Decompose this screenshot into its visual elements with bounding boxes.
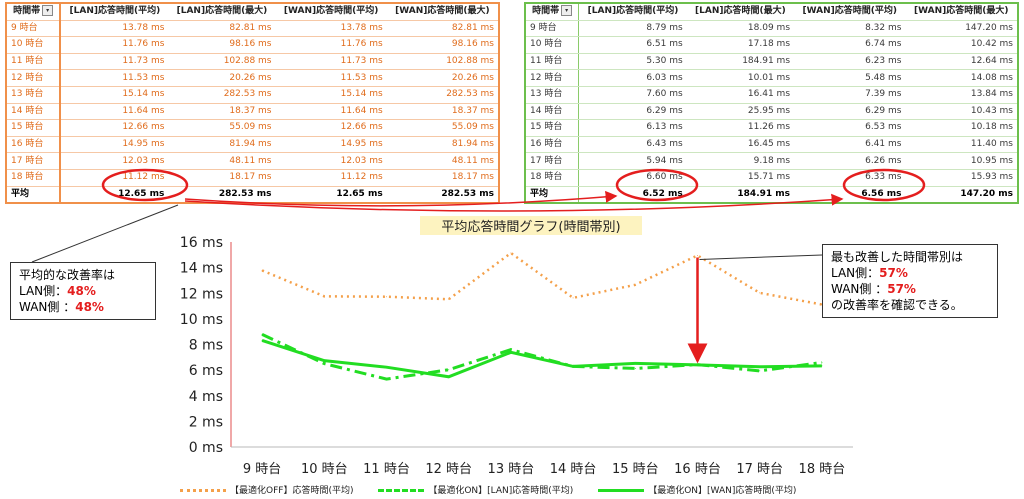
lan-improvement-value: 57% (879, 266, 908, 280)
data-point (386, 296, 387, 298)
x-tick-label: 11 時台 (363, 462, 410, 477)
y-tick-label: 0 ms (189, 440, 223, 456)
x-tick-label: 12 時台 (425, 462, 472, 477)
data-point (572, 365, 574, 367)
x-tick-label: 15 時台 (612, 462, 659, 477)
data-point (448, 376, 450, 378)
data-point (261, 333, 263, 335)
data-point (697, 254, 698, 256)
x-tick-label: 16 時台 (674, 462, 721, 477)
callout-line: の改善率を確認できる。 (831, 298, 963, 312)
data-point (572, 297, 574, 299)
y-tick-label: 6 ms (189, 363, 223, 379)
chart-legend: 【最適化OFF】応答時間(平均) 【最適化ON】[LAN]応答時間(平均) 【最… (180, 483, 818, 496)
callout-line: 最も改善した時間帯別は (831, 250, 964, 264)
x-tick-label: 17 時台 (736, 462, 783, 477)
series-line-2 (261, 338, 822, 379)
data-point (634, 362, 636, 364)
data-point (510, 351, 512, 353)
callout-line: 平均的な改善率は (19, 268, 116, 282)
y-tick-label: 12 ms (180, 286, 223, 302)
callout-line: WAN側 ：57% (831, 282, 916, 296)
callout-line: WAN側 ：48% (19, 300, 104, 314)
highlight-ellipse-off-avg (101, 168, 189, 202)
data-point (323, 363, 325, 365)
lan-improvement-value: 48% (67, 284, 96, 298)
data-point (323, 295, 325, 297)
y-tick-label: 2 ms (189, 414, 223, 430)
callout-line: LAN側：57% (831, 266, 908, 280)
y-tick-label: 4 ms (189, 389, 223, 405)
data-point (634, 367, 636, 369)
data-point (697, 364, 698, 366)
data-point (448, 369, 450, 371)
arrow-to-wan-avg (184, 193, 844, 212)
chart-title: 平均応答時間グラフ(時間帯別) (441, 219, 620, 235)
series-line-0 (261, 251, 823, 306)
data-point (261, 339, 263, 341)
legend-item: 【最適化ON】[WAN]応答時間(平均) (598, 483, 796, 496)
legend-item: 【最適化OFF】応答時間(平均) (180, 483, 353, 496)
data-point (759, 366, 761, 368)
data-point (821, 361, 823, 363)
x-tick-label: 10 時台 (301, 462, 348, 477)
x-tick-label: 18 時台 (799, 462, 846, 477)
y-tick-labels: 0 ms 2 ms 4 ms 6 ms 8 ms 10 ms 12 ms 14 ms 16 ms (180, 235, 223, 456)
wan-improvement-value: 57% (887, 282, 916, 296)
y-tick-label: 16 ms (180, 235, 223, 251)
series-lines (261, 251, 823, 381)
callout-average-improvement: 平均的な改善率は LAN側：48% WAN側 ：48% (10, 262, 156, 320)
y-tick-label: 14 ms (180, 261, 223, 277)
callout-best-improvement: 最も改善した時間帯別は LAN側：57% WAN側 ：57% の改善率を確認でき… (822, 244, 998, 318)
x-tick-label: 13 時台 (488, 462, 535, 477)
legend-item: 【最適化ON】[LAN]応答時間(平均) (378, 483, 573, 496)
series-line-1 (261, 333, 823, 381)
x-tick-label: 9 時台 (243, 462, 281, 477)
data-point (510, 252, 512, 254)
data-point (386, 378, 387, 380)
x-tick-label: 14 時台 (550, 462, 597, 477)
leader-line-right (699, 254, 823, 260)
data-point (821, 365, 823, 367)
data-point (448, 298, 450, 300)
y-tick-label: 10 ms (180, 312, 223, 328)
data-point (510, 349, 512, 351)
data-point (386, 366, 387, 368)
callout-line: LAN側：48% (19, 284, 96, 298)
wan-improvement-value: 48% (75, 300, 104, 314)
data-point (759, 370, 761, 372)
data-point (323, 360, 325, 362)
highlight-ellipse-on-lan (615, 168, 699, 202)
x-tick-labels: 9 時台 10 時台 11 時台 12 時台 13 時台 14 時台 15 時台 16 時台 1… (243, 462, 845, 477)
data-point (634, 284, 636, 286)
leader-line-left (31, 204, 179, 263)
data-point (261, 269, 263, 271)
highlight-ellipse-on-wan (842, 168, 926, 202)
data-point (759, 292, 761, 294)
y-tick-label: 8 ms (189, 338, 223, 354)
